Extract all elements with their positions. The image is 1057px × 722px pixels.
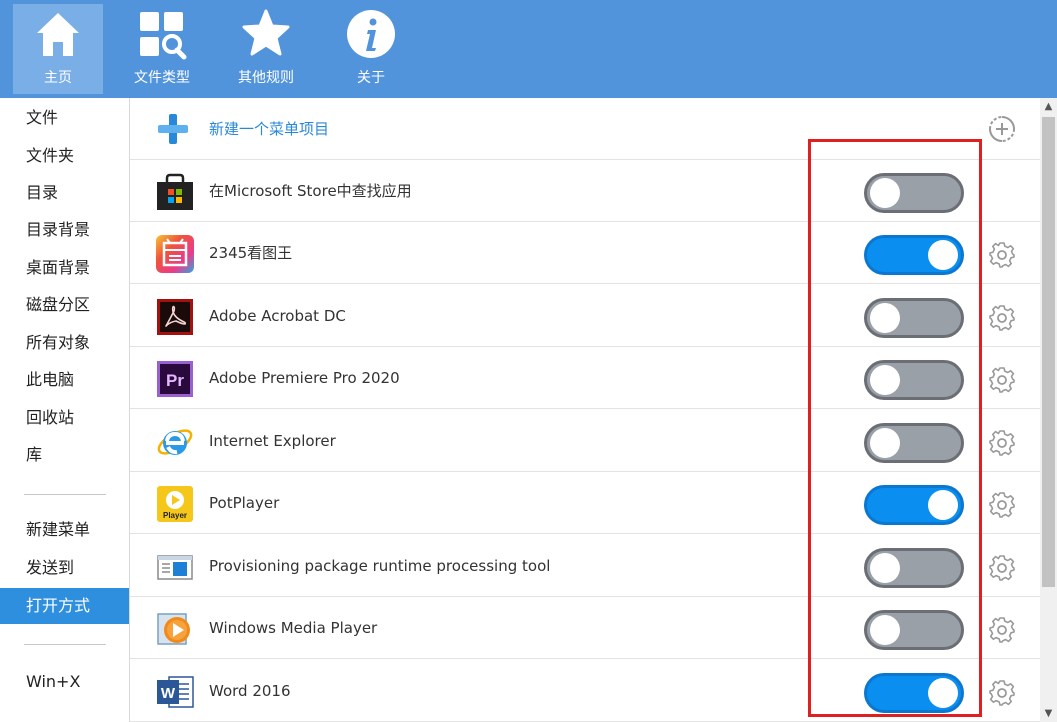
add-circle-icon[interactable] [988, 115, 1016, 143]
enable-toggle[interactable] [864, 298, 964, 338]
2345-viewer-icon [156, 235, 194, 273]
sidebar-item-disk-partition[interactable]: 磁盘分区 [0, 287, 129, 323]
app-name: Provisioning package runtime processing … [209, 557, 551, 575]
enable-toggle[interactable] [864, 235, 964, 275]
new-menu-item-row: 新建一个菜单项目 [130, 98, 1040, 160]
list-item: Windows Media Player [130, 597, 1040, 659]
scroll-thumb[interactable] [1042, 117, 1055, 587]
list-item: 2345看图王 [130, 222, 1040, 284]
gear-icon[interactable] [988, 241, 1016, 269]
word-icon: W [157, 676, 194, 708]
sidebar-item-directory-background[interactable]: 目录背景 [0, 212, 129, 248]
toggle-knob [870, 303, 900, 333]
gear-icon[interactable] [988, 491, 1016, 519]
toolbar-other-rules-button[interactable]: 其他规则 [221, 4, 311, 94]
sidebar-item-file[interactable]: 文件 [0, 100, 129, 136]
open-with-list: 新建一个菜单项目 在Microsoft Store中查找应用 2345看图王 A… [130, 98, 1040, 722]
scroll-down-arrow-icon[interactable]: ▼ [1040, 705, 1057, 722]
info-icon [347, 10, 395, 58]
provisioning-tool-icon [157, 555, 193, 580]
list-item: Player PotPlayer [130, 472, 1040, 534]
enable-toggle[interactable] [864, 610, 964, 650]
sidebar-item-directory[interactable]: 目录 [0, 175, 129, 211]
sidebar-divider [24, 494, 106, 495]
toolbar-about-button[interactable]: 关于 [326, 4, 416, 94]
list-item: Adobe Acrobat DC [130, 285, 1040, 347]
word-icon-text: W [161, 685, 176, 702]
toggle-knob [870, 365, 900, 395]
windows-media-player-icon [157, 613, 190, 645]
home-icon [37, 13, 79, 56]
sidebar-item-this-pc[interactable]: 此电脑 [0, 362, 129, 398]
toggle-knob [928, 678, 958, 708]
file-type-search-icon [140, 12, 187, 60]
new-menu-item-link[interactable]: 新建一个菜单项目 [209, 98, 329, 160]
vertical-scrollbar[interactable]: ▲ ▼ [1040, 98, 1057, 722]
sidebar-item-folder[interactable]: 文件夹 [0, 138, 129, 174]
gear-icon[interactable] [988, 679, 1016, 707]
toolbar-about-label: 关于 [357, 70, 385, 86]
toggle-knob [870, 553, 900, 583]
sidebar-divider [24, 644, 106, 645]
plus-icon[interactable] [155, 112, 191, 146]
app-name: Windows Media Player [209, 619, 378, 637]
toolbar-file-types-label: 文件类型 [134, 70, 190, 86]
microsoft-store-icon [157, 173, 193, 210]
potplayer-icon-text: Player [163, 511, 187, 520]
app-name: Word 2016 [209, 682, 291, 700]
toolbar-other-rules-label: 其他规则 [238, 70, 294, 86]
gear-icon[interactable] [988, 304, 1016, 332]
toggle-knob [870, 615, 900, 645]
sidebar-item-library[interactable]: 库 [0, 437, 129, 473]
enable-toggle[interactable] [864, 548, 964, 588]
internet-explorer-icon [157, 429, 193, 455]
list-item: Pr Adobe Premiere Pro 2020 [130, 347, 1040, 409]
enable-toggle[interactable] [864, 173, 964, 213]
gear-icon[interactable] [988, 554, 1016, 582]
gear-icon[interactable] [988, 616, 1016, 644]
premiere-icon-text: Pr [166, 371, 184, 390]
toolbar-home-button[interactable]: 主页 [13, 4, 103, 94]
sidebar-item-all-objects[interactable]: 所有对象 [0, 325, 129, 361]
enable-toggle[interactable] [864, 423, 964, 463]
gear-icon[interactable] [988, 366, 1016, 394]
enable-toggle[interactable] [864, 485, 964, 525]
toggle-knob [928, 240, 958, 270]
list-item: Provisioning package runtime processing … [130, 535, 1040, 597]
star-icon [242, 9, 290, 56]
app-name: Internet Explorer [209, 432, 336, 450]
app-name: Adobe Premiere Pro 2020 [209, 369, 400, 387]
list-item: W Word 2016 [130, 660, 1040, 722]
toggle-knob [870, 428, 900, 458]
toggle-knob [928, 490, 958, 520]
sidebar-item-open-with[interactable]: 打开方式 [0, 588, 129, 624]
enable-toggle[interactable] [864, 673, 964, 713]
sidebar-item-desktop-background[interactable]: 桌面背景 [0, 250, 129, 286]
sidebar-item-win-x[interactable]: Win+X [0, 664, 129, 700]
adobe-acrobat-icon [157, 299, 193, 335]
enable-toggle[interactable] [864, 360, 964, 400]
sidebar-item-new-menu[interactable]: 新建菜单 [0, 512, 129, 548]
sidebar-item-send-to[interactable]: 发送到 [0, 550, 129, 586]
app-name: PotPlayer [209, 494, 280, 512]
toolbar-file-types-button[interactable]: 文件类型 [117, 4, 207, 94]
premiere-pro-icon: Pr [157, 361, 193, 397]
app-name: 在Microsoft Store中查找应用 [209, 182, 412, 200]
top-toolbar: 主页 文件类型 其他规则 关于 [0, 0, 1057, 98]
app-name: 2345看图王 [209, 244, 293, 262]
toggle-knob [870, 178, 900, 208]
scroll-up-arrow-icon[interactable]: ▲ [1040, 98, 1057, 115]
toolbar-home-label: 主页 [44, 70, 72, 86]
potplayer-icon: Player [157, 486, 193, 522]
sidebar: 文件 文件夹 目录 目录背景 桌面背景 磁盘分区 所有对象 此电脑 回收站 库 … [0, 98, 130, 722]
app-name: Adobe Acrobat DC [209, 307, 346, 325]
list-item: Internet Explorer [130, 410, 1040, 472]
list-item: 在Microsoft Store中查找应用 [130, 160, 1040, 222]
gear-icon[interactable] [988, 429, 1016, 457]
sidebar-item-recycle-bin[interactable]: 回收站 [0, 400, 129, 436]
